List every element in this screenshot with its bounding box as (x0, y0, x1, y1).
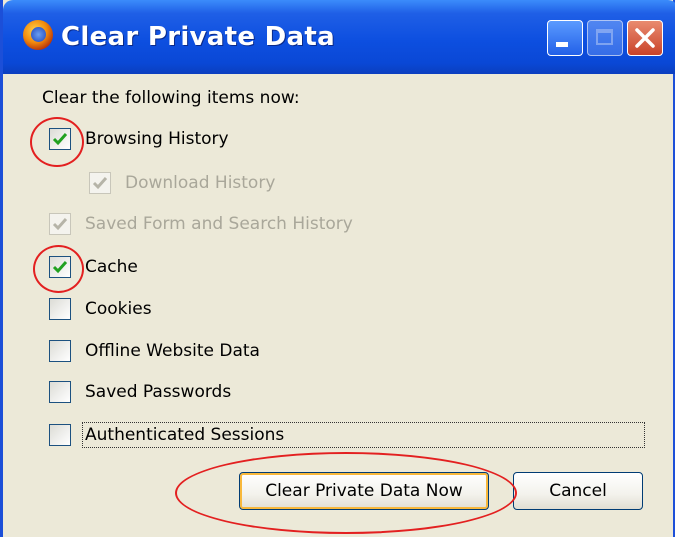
maximize-button (587, 20, 623, 56)
checkbox-box[interactable] (49, 340, 71, 362)
annotation-circle-cache (33, 245, 84, 293)
dialog-window: Clear Private Data Clear the following i… (0, 0, 675, 537)
check-icon (92, 177, 108, 190)
checkbox-box (49, 213, 71, 235)
minimize-button[interactable] (547, 20, 583, 56)
dialog-heading: Clear the following items now: (42, 88, 300, 108)
cancel-button[interactable]: Cancel (513, 472, 643, 510)
check-icon (52, 218, 68, 231)
checkbox-label: Saved Passwords (85, 382, 232, 402)
close-icon (635, 28, 655, 48)
checkbox-label: Cache (85, 257, 138, 277)
annotation-circle-clear-button (175, 452, 517, 534)
checkbox-box[interactable] (49, 424, 71, 446)
checkbox-label: Authenticated Sessions (85, 425, 285, 445)
checkbox-box[interactable] (49, 298, 71, 320)
firefox-icon (23, 20, 53, 50)
window-title: Clear Private Data (61, 22, 335, 52)
checkbox-label: Offline Website Data (85, 341, 260, 361)
checkbox-box (89, 172, 111, 194)
checkbox-label: Saved Form and Search History (85, 214, 353, 234)
checkbox-label: Browsing History (85, 129, 229, 149)
title-bar[interactable]: Clear Private Data (3, 0, 675, 74)
checkbox-box[interactable] (49, 381, 71, 403)
annotation-circle-browsing-history (30, 117, 84, 167)
checkbox-label: Cookies (85, 299, 152, 319)
checkbox-label: Download History (125, 173, 276, 193)
close-button[interactable] (627, 20, 663, 56)
